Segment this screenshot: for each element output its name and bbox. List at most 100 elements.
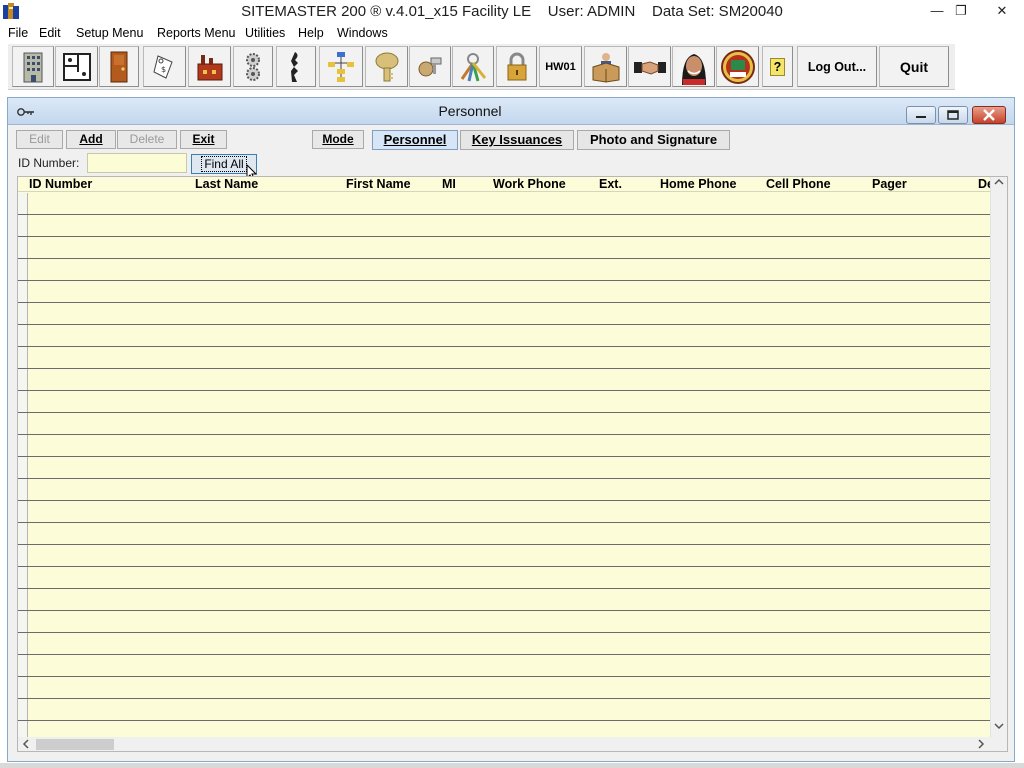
- help-button[interactable]: ?: [762, 46, 793, 87]
- floor-plan-button[interactable]: [55, 46, 98, 87]
- row-selector[interactable]: [18, 479, 28, 501]
- scroll-right-icon[interactable]: [977, 739, 985, 751]
- column-header[interactable]: First Name: [346, 177, 436, 192]
- row-selector[interactable]: [18, 567, 28, 589]
- mode-button[interactable]: Mode: [312, 130, 364, 149]
- column-header[interactable]: Last Name: [195, 177, 335, 192]
- table-row[interactable]: [28, 699, 990, 721]
- row-selector[interactable]: [18, 523, 28, 545]
- menu-file[interactable]: File: [4, 23, 32, 43]
- handshake-button[interactable]: [628, 46, 671, 87]
- delete-button[interactable]: Delete: [117, 130, 177, 149]
- exit-button[interactable]: Exit: [180, 130, 227, 149]
- column-header[interactable]: Work Phone: [493, 177, 593, 192]
- child-close-button[interactable]: [972, 106, 1006, 124]
- table-row[interactable]: [28, 655, 990, 677]
- row-selector[interactable]: [18, 633, 28, 655]
- table-row[interactable]: [28, 677, 990, 699]
- scroll-up-icon[interactable]: [994, 178, 1004, 190]
- close-button[interactable]: ✕: [982, 0, 1022, 22]
- column-header[interactable]: Cell Phone: [766, 177, 861, 192]
- column-header[interactable]: Ext.: [599, 177, 649, 192]
- doors-button[interactable]: [99, 46, 139, 87]
- key-tag-button[interactable]: $: [143, 46, 186, 87]
- cylinder-core-button[interactable]: [409, 46, 451, 87]
- restore-button[interactable]: ❐: [946, 0, 976, 22]
- menu-edit[interactable]: Edit: [35, 23, 65, 43]
- table-row[interactable]: [28, 523, 990, 545]
- table-row[interactable]: [28, 589, 990, 611]
- row-selector[interactable]: [18, 193, 28, 215]
- child-maximize-button[interactable]: [938, 106, 968, 124]
- table-row[interactable]: [28, 457, 990, 479]
- tab-photo-signature[interactable]: Photo and Signature: [577, 130, 730, 150]
- table-row[interactable]: [28, 545, 990, 567]
- table-row[interactable]: [28, 347, 990, 369]
- row-selector[interactable]: [18, 347, 28, 369]
- row-selector[interactable]: [18, 457, 28, 479]
- quit-button[interactable]: Quit: [879, 46, 949, 87]
- row-selector[interactable]: [18, 259, 28, 281]
- tab-personnel[interactable]: Personnel: [372, 130, 458, 150]
- keying-gears-button[interactable]: [233, 46, 273, 87]
- user-photo-button[interactable]: [672, 46, 715, 87]
- row-selector[interactable]: [18, 501, 28, 523]
- manufacturer-button[interactable]: [188, 46, 231, 87]
- master-key-button[interactable]: [365, 46, 408, 87]
- row-selector[interactable]: [18, 699, 28, 721]
- row-selector[interactable]: [18, 655, 28, 677]
- row-selector[interactable]: [18, 303, 28, 325]
- personnel-box-button[interactable]: [584, 46, 627, 87]
- table-row[interactable]: [28, 237, 990, 259]
- row-selector[interactable]: [18, 237, 28, 259]
- horizontal-scroll-thumb[interactable]: [36, 739, 114, 750]
- menu-setup[interactable]: Setup Menu: [72, 23, 147, 43]
- id-number-input[interactable]: [87, 153, 187, 173]
- table-row[interactable]: [28, 501, 990, 523]
- add-button[interactable]: Add: [66, 130, 116, 149]
- row-selector[interactable]: [18, 281, 28, 303]
- column-header[interactable]: MI: [442, 177, 482, 192]
- row-selector[interactable]: [18, 435, 28, 457]
- row-selector[interactable]: [18, 391, 28, 413]
- column-header[interactable]: ID Number: [29, 177, 189, 192]
- padlock-button[interactable]: [496, 46, 537, 87]
- scroll-left-icon[interactable]: [22, 739, 30, 751]
- row-selector[interactable]: [18, 369, 28, 391]
- menu-windows[interactable]: Windows: [333, 23, 392, 43]
- key-ring-button[interactable]: [452, 46, 494, 87]
- table-row[interactable]: [28, 215, 990, 237]
- table-row[interactable]: [28, 391, 990, 413]
- menu-utilities[interactable]: Utilities: [241, 23, 289, 43]
- row-selector[interactable]: [18, 325, 28, 347]
- table-row[interactable]: [28, 633, 990, 655]
- row-selector[interactable]: [18, 677, 28, 699]
- table-row[interactable]: [28, 435, 990, 457]
- table-row[interactable]: [28, 193, 990, 215]
- table-row[interactable]: [28, 567, 990, 589]
- row-selector[interactable]: [18, 413, 28, 435]
- menu-reports[interactable]: Reports Menu: [153, 23, 240, 43]
- column-header[interactable]: Pager: [872, 177, 952, 192]
- dapn-badge-button[interactable]: [716, 46, 759, 87]
- child-minimize-button[interactable]: [906, 106, 936, 124]
- row-selector[interactable]: [18, 545, 28, 567]
- hierarchy-button[interactable]: [319, 46, 363, 87]
- table-row[interactable]: [28, 303, 990, 325]
- scroll-down-icon[interactable]: [994, 722, 1004, 734]
- column-header[interactable]: Home Phone: [660, 177, 760, 192]
- row-selector[interactable]: [18, 589, 28, 611]
- table-row[interactable]: [28, 369, 990, 391]
- table-row[interactable]: [28, 611, 990, 633]
- table-row[interactable]: [28, 413, 990, 435]
- tab-key-issuances[interactable]: Key Issuances: [460, 130, 574, 150]
- menu-help[interactable]: Help: [294, 23, 328, 43]
- key-blank-button[interactable]: [276, 46, 316, 87]
- table-row[interactable]: [28, 259, 990, 281]
- row-selector[interactable]: [18, 611, 28, 633]
- facility-button[interactable]: [12, 46, 54, 87]
- edit-button[interactable]: Edit: [16, 130, 63, 149]
- horizontal-scrollbar[interactable]: [18, 737, 1007, 751]
- table-row[interactable]: [28, 479, 990, 501]
- row-selector[interactable]: [18, 215, 28, 237]
